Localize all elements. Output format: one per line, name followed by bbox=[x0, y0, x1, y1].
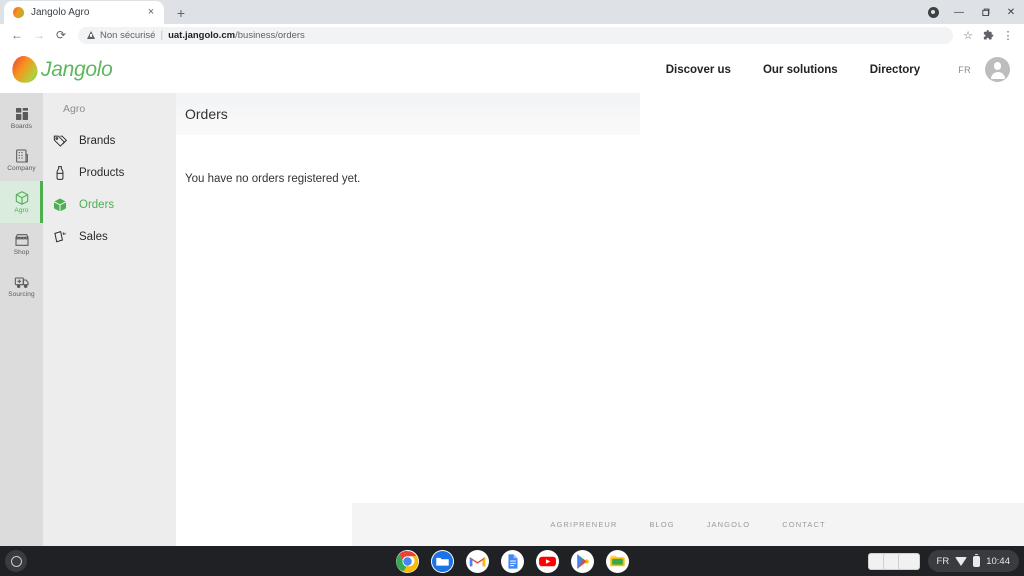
footer-link-contact[interactable]: CONTACT bbox=[766, 520, 841, 529]
sidebar-label-shop: Shop bbox=[13, 248, 30, 256]
omnibox-separator: | bbox=[160, 29, 164, 41]
clock-time: 10:44 bbox=[986, 555, 1010, 567]
nav-link-discover-us[interactable]: Discover us bbox=[650, 64, 747, 76]
play-store-icon[interactable] bbox=[570, 549, 594, 573]
page-header-band: Orders bbox=[176, 93, 640, 135]
footer-link-agripreneur[interactable]: AGRIPRENEUR bbox=[534, 520, 633, 529]
browser-window: Jangolo Agro × + — ✕ ← → ⟳ Non sécurisé … bbox=[0, 0, 1024, 546]
sidebar-label-company: Company bbox=[7, 164, 36, 172]
jangolo-logo[interactable]: Jangolo bbox=[8, 52, 113, 87]
tab-strip: Jangolo Agro × + — ✕ bbox=[0, 0, 1024, 24]
nav-link-directory[interactable]: Directory bbox=[854, 64, 937, 76]
page-viewport: Jangolo Discover us Our solutions Direct… bbox=[0, 46, 1024, 546]
window-controls: — ✕ bbox=[920, 0, 1024, 24]
footer-link-blog[interactable]: BLOG bbox=[633, 520, 690, 529]
secondary-sidebar: Agro Brands Products Orders Sales bbox=[43, 93, 176, 546]
wifi-icon bbox=[955, 556, 968, 566]
keyboard-language-indicator: FR bbox=[936, 555, 950, 567]
maximize-button[interactable] bbox=[972, 0, 998, 24]
url-text: uat.jangolo.cm/business/orders bbox=[168, 30, 305, 41]
window-preview-thumb[interactable] bbox=[897, 552, 920, 570]
subnav-item-sales[interactable]: Sales bbox=[43, 221, 176, 253]
account-avatar-icon[interactable] bbox=[985, 57, 1010, 82]
language-selector[interactable]: FR bbox=[936, 65, 985, 75]
mango-favicon-icon bbox=[11, 5, 26, 20]
back-icon[interactable]: ← bbox=[6, 25, 28, 45]
chrome-icon[interactable] bbox=[395, 549, 419, 573]
subnav-label-orders: Orders bbox=[79, 199, 115, 211]
subnav-label-products: Products bbox=[79, 167, 125, 179]
logo-text: Jangolo bbox=[41, 57, 113, 81]
sidebar-item-agro[interactable]: Agro bbox=[0, 181, 43, 223]
url-host: uat.jangolo.cm bbox=[168, 29, 236, 41]
photos-icon[interactable] bbox=[605, 549, 629, 573]
sidebar-item-shop[interactable]: Shop bbox=[0, 223, 43, 265]
docs-icon[interactable] bbox=[500, 549, 524, 573]
system-tray[interactable]: FR 10:44 bbox=[867, 550, 1019, 572]
gmail-icon[interactable] bbox=[465, 549, 489, 573]
site-header: Jangolo Discover us Our solutions Direct… bbox=[0, 46, 1024, 93]
subnav-label-brands: Brands bbox=[79, 135, 116, 147]
nav-link-our-solutions[interactable]: Our solutions bbox=[747, 64, 854, 76]
chromeos-shelf: FR 10:44 bbox=[0, 546, 1024, 576]
subnav-item-orders[interactable]: Orders bbox=[43, 189, 176, 221]
files-icon[interactable] bbox=[430, 549, 454, 573]
subnav-item-brands[interactable]: Brands bbox=[43, 125, 176, 157]
site-footer: AGRIPRENEUR BLOG JANGOLO CONTACT bbox=[352, 503, 1024, 546]
app-body: Boards Company Agro Shop Sourcing Agro B… bbox=[0, 93, 1024, 546]
reload-icon[interactable]: ⟳ bbox=[50, 25, 72, 45]
battery-icon bbox=[973, 553, 981, 567]
main-content: Orders You have no orders registered yet… bbox=[176, 93, 1024, 546]
sidebar-label-agro: Agro bbox=[14, 206, 29, 214]
sidebar-label-sourcing: Sourcing bbox=[8, 290, 35, 298]
not-secure-warning-icon bbox=[87, 31, 95, 39]
minimize-button[interactable]: — bbox=[946, 0, 972, 24]
url-path: /business/orders bbox=[235, 29, 305, 41]
empty-state-message: You have no orders registered yet. bbox=[185, 173, 361, 185]
close-icon[interactable]: × bbox=[144, 6, 158, 20]
footer-link-jangolo[interactable]: JANGOLO bbox=[691, 520, 767, 529]
forward-icon[interactable]: → bbox=[28, 25, 50, 45]
shelf-app-list bbox=[395, 549, 629, 573]
tray-window-previews[interactable] bbox=[867, 552, 920, 570]
browser-toolbar: ← → ⟳ Non sécurisé | uat.jangolo.cm/busi… bbox=[0, 24, 1024, 46]
address-bar[interactable]: Non sécurisé | uat.jangolo.cm/business/o… bbox=[78, 26, 953, 44]
browser-tab[interactable]: Jangolo Agro × bbox=[4, 1, 164, 24]
youtube-icon[interactable] bbox=[535, 549, 559, 573]
sidebar-item-sourcing[interactable]: Sourcing bbox=[0, 265, 43, 307]
sidebar-item-boards[interactable]: Boards bbox=[0, 97, 43, 139]
extensions-puzzle-icon[interactable] bbox=[978, 25, 998, 45]
primary-sidebar: Boards Company Agro Shop Sourcing bbox=[0, 93, 43, 546]
launcher-icon[interactable] bbox=[5, 550, 27, 572]
header-navigation: Discover us Our solutions Directory FR bbox=[650, 57, 1010, 82]
security-label: Non sécurisé bbox=[100, 29, 156, 41]
subnav-item-products[interactable]: Products bbox=[43, 157, 176, 189]
profile-indicator-icon[interactable] bbox=[920, 0, 946, 24]
mango-logo-icon bbox=[8, 52, 41, 87]
chrome-menu-icon[interactable]: ⋮ bbox=[998, 25, 1018, 45]
new-tab-button[interactable]: + bbox=[170, 3, 192, 23]
page-title: Orders bbox=[185, 106, 228, 122]
status-tray[interactable]: FR 10:44 bbox=[927, 550, 1019, 572]
subnav-section-title: Agro bbox=[63, 103, 86, 115]
sidebar-item-company[interactable]: Company bbox=[0, 139, 43, 181]
window-close-button[interactable]: ✕ bbox=[998, 0, 1024, 24]
tab-title: Jangolo Agro bbox=[31, 7, 90, 18]
sidebar-label-boards: Boards bbox=[10, 122, 33, 130]
bookmark-star-icon[interactable]: ☆ bbox=[958, 25, 978, 45]
subnav-label-sales: Sales bbox=[79, 231, 108, 243]
